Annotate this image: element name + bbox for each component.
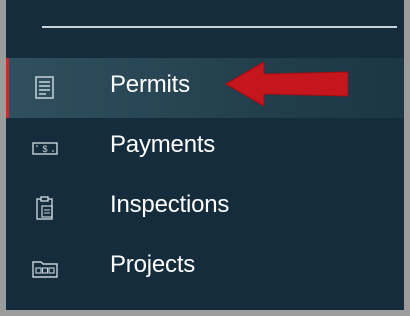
sidebar-item-inspections[interactable]: Inspections [6,178,404,238]
sidebar-item-projects[interactable]: Projects [6,238,404,298]
sidebar-item-payments[interactable]: $ Payments [6,118,404,178]
svg-text:$: $ [42,144,47,154]
annotation-arrow-icon [225,61,349,107]
sidebar-item-label: Projects [110,251,196,278]
screenshot-frame: Permits $ Payments Inspections Projects [0,0,410,316]
cash-icon: $ [32,136,58,160]
folder-icon [32,256,58,280]
sidebar-item-label: Payments [110,131,216,158]
sidebar-item-label: Permits [110,71,190,98]
clipboard-icon [32,196,58,220]
document-icon [32,76,58,100]
sidebar-item-label: Inspections [110,191,230,218]
sidebar-divider [42,26,397,28]
sidebar-panel: Permits $ Payments Inspections Projects [6,0,404,310]
active-indicator [6,58,9,118]
